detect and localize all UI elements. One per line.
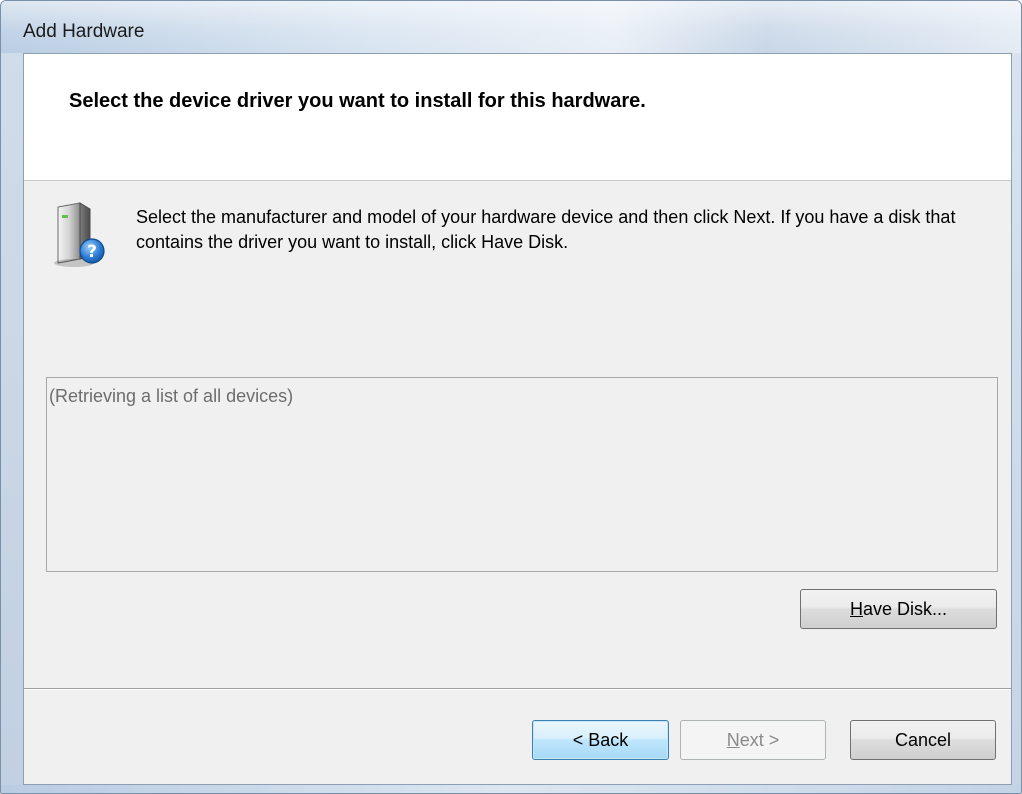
- window-frame-left: [1, 53, 23, 788]
- wizard-page: Select the device driver you want to ins…: [23, 53, 1012, 785]
- next-label: ext >: [739, 730, 780, 750]
- have-disk-accel: H: [849, 599, 863, 619]
- button-separator: [24, 688, 1011, 690]
- list-status-text: (Retrieving a list of all devices): [49, 386, 294, 406]
- instruction-text: Select the manufacturer and model of you…: [136, 207, 956, 252]
- device-listbox[interactable]: (Retrieving a list of all devices): [46, 377, 998, 572]
- window-frame-right: [1012, 53, 1021, 788]
- hardware-question-icon: ?: [54, 202, 105, 267]
- title-bar[interactable]: Add Hardware: [1, 1, 1021, 53]
- next-accel: N: [726, 730, 740, 750]
- window-frame-bottom: [1, 785, 1021, 793]
- page-title: Select the device driver you want to ins…: [69, 90, 646, 112]
- back-button[interactable]: < Back: [532, 720, 669, 760]
- cancel-button[interactable]: Cancel: [850, 720, 996, 760]
- window-title: Add Hardware: [23, 21, 145, 42]
- next-button[interactable]: Next >: [680, 720, 826, 760]
- have-disk-button[interactable]: Have Disk...: [800, 589, 997, 629]
- have-disk-label: ave Disk...: [862, 599, 948, 619]
- add-hardware-window: Add Hardware Select the device driver yo…: [0, 0, 1022, 794]
- svg-text:?: ?: [87, 242, 97, 262]
- wizard-header: Select the device driver you want to ins…: [24, 54, 1011, 181]
